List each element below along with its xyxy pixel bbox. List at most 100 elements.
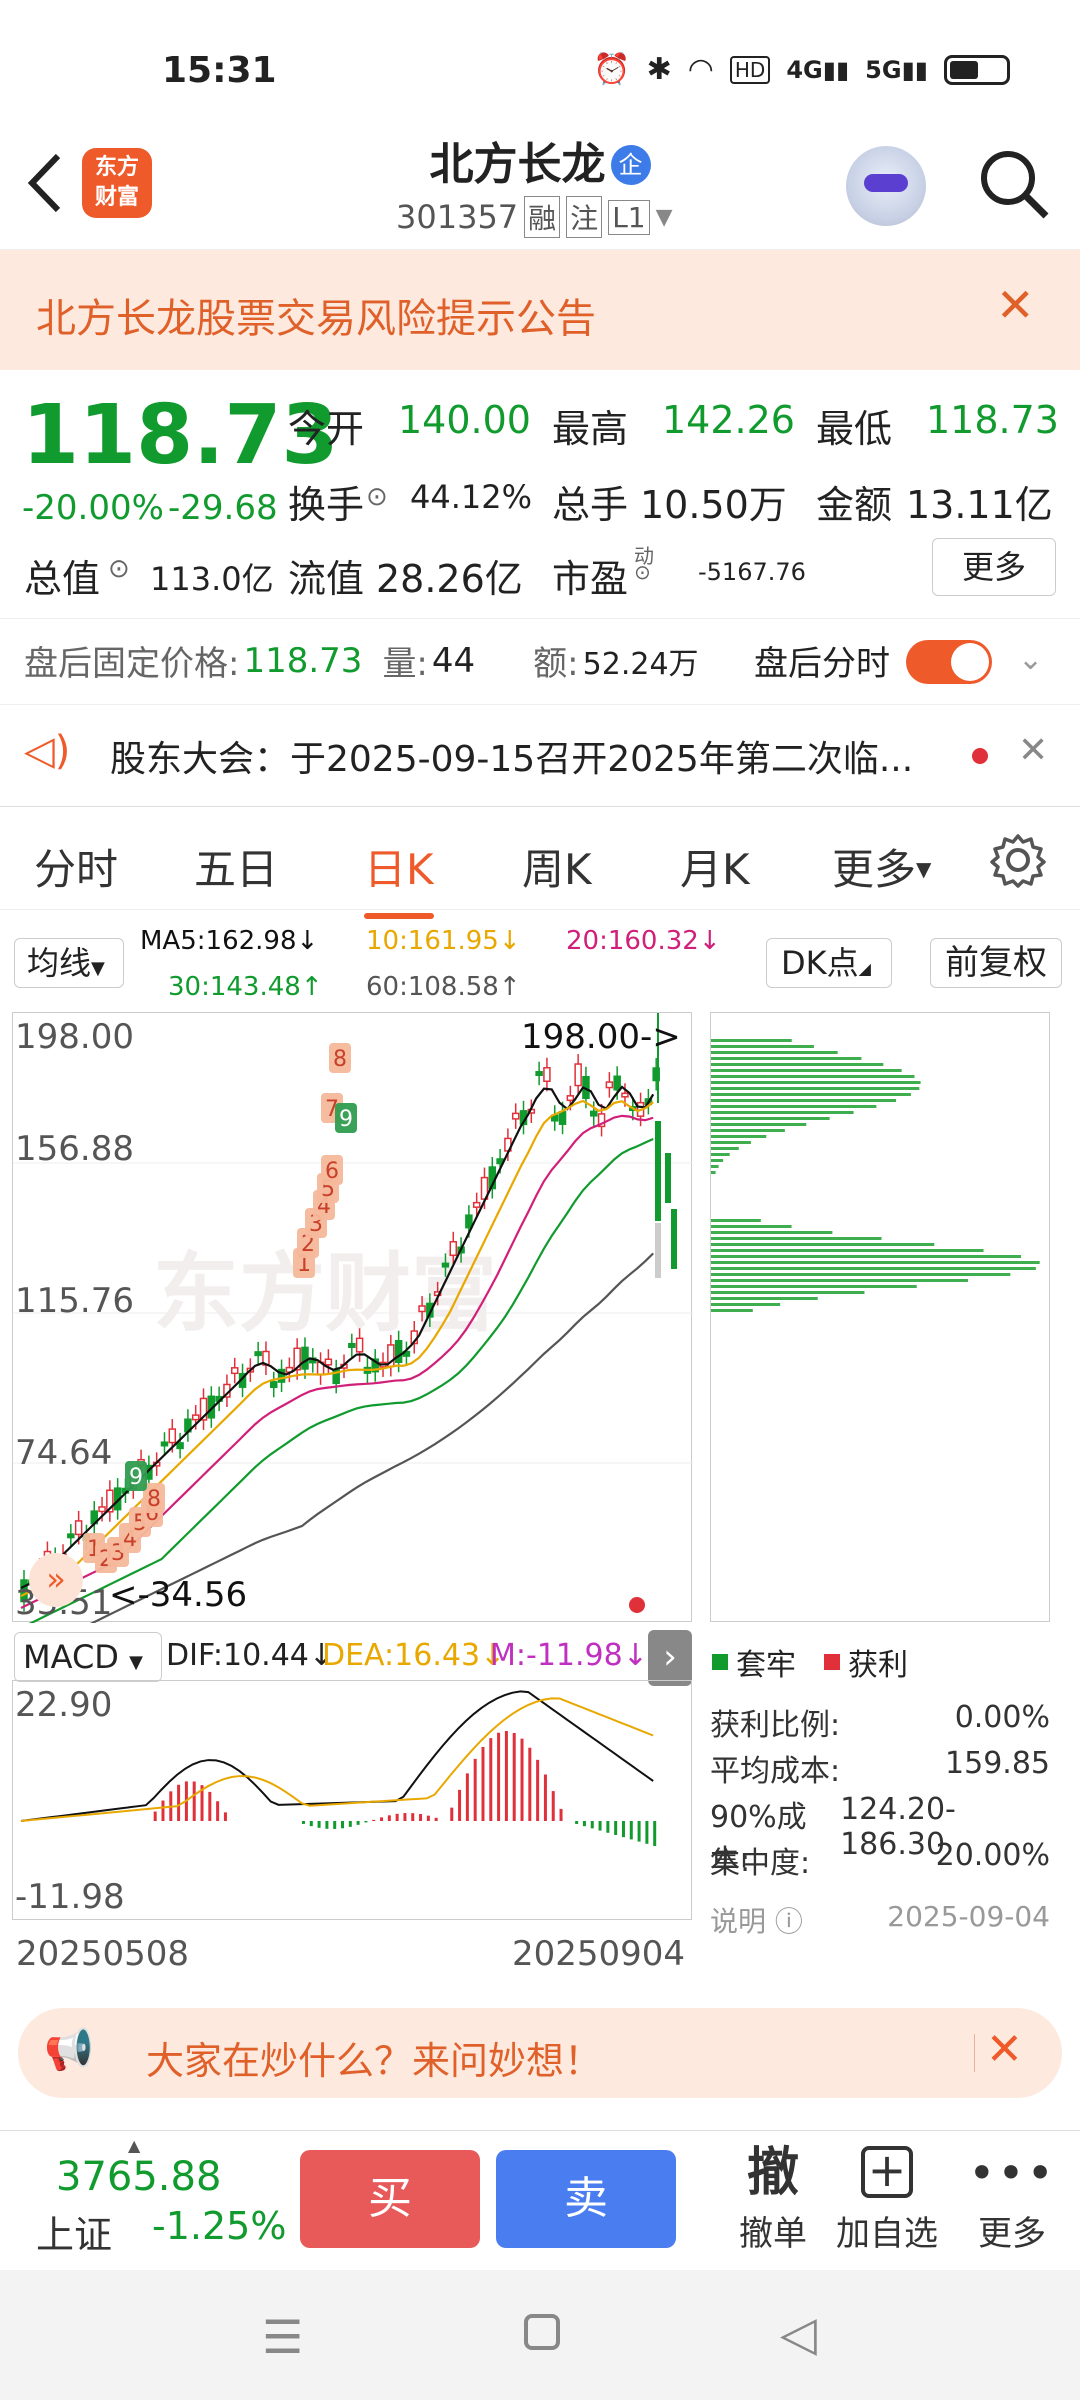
candle-body xyxy=(301,1346,309,1370)
add-watchlist-button[interactable]: + 加自选 xyxy=(832,2140,942,2255)
caret-up-icon: ▲ xyxy=(128,2136,141,2155)
info-icon[interactable]: ⊙ xyxy=(634,560,651,584)
chip-bar xyxy=(711,1081,921,1084)
chip-bar xyxy=(711,1045,814,1048)
tab-five-day[interactable]: 五日 xyxy=(194,836,278,897)
turnover-label: 换手 xyxy=(288,483,365,527)
add-label: 加自选 xyxy=(836,2214,938,2254)
more-quote-button[interactable]: 更多 xyxy=(932,538,1056,596)
search-icon xyxy=(981,151,1049,219)
more-label: 更多 xyxy=(978,2214,1046,2254)
tab-more[interactable]: 更多▼ xyxy=(832,836,931,897)
tab-daily-k[interactable]: 日K xyxy=(364,836,434,919)
candle-body xyxy=(574,1063,582,1087)
home-icon[interactable] xyxy=(524,2314,560,2350)
macd-bar xyxy=(325,1821,329,1829)
candle-body xyxy=(355,1337,364,1353)
bluetooth-icon: ✱ xyxy=(646,52,672,87)
battery-icon xyxy=(944,54,1010,85)
more-actions-button[interactable]: ••• 更多 xyxy=(962,2140,1062,2255)
close-icon[interactable]: ✕ xyxy=(1018,730,1048,771)
macd-bar xyxy=(419,1814,423,1821)
status-icons: ⏰ ✱ ◠ HD 4G▮▮ 5G▮▮ xyxy=(593,52,1010,87)
chip-bar xyxy=(711,1225,792,1228)
assistant-avatar[interactable] xyxy=(846,146,926,226)
dk-point-selector[interactable]: DK点◢ xyxy=(766,938,892,988)
afterhours-vol-label: 量: xyxy=(382,644,428,684)
macd-selector[interactable]: MACD ▼ xyxy=(14,1632,162,1682)
macd-bar xyxy=(582,1821,586,1827)
dk-signal-number: 8 xyxy=(333,1047,347,1072)
chip-note-link[interactable]: 说明 ⓘ xyxy=(710,1900,803,1940)
dropdown-icon[interactable]: ▼ xyxy=(656,205,673,230)
chip-bar xyxy=(711,1237,882,1240)
info-icon[interactable]: ⊙ xyxy=(108,554,130,584)
stock-code-row[interactable]: 301357 融 注 L1 ▼ xyxy=(396,196,673,238)
close-icon[interactable]: ✕ xyxy=(986,2024,1023,2075)
candle-body xyxy=(511,1112,520,1120)
macd-bar xyxy=(364,1821,368,1823)
chevron-down-icon[interactable]: ⌄ xyxy=(1018,642,1043,677)
back-icon[interactable]: ◁ xyxy=(780,2306,817,2362)
high-label: 最高 xyxy=(552,407,629,451)
chip-bar xyxy=(711,1039,792,1042)
ma60-value: 60:108.58↑ xyxy=(366,972,521,1002)
chip-bar xyxy=(711,1261,1040,1264)
menu-icon[interactable]: ☰ xyxy=(262,2310,303,2364)
notice-text[interactable]: 股东大会：于2025-09-15召开2025年第二次临... xyxy=(110,730,913,782)
macd-bar xyxy=(575,1821,579,1824)
macd-bar xyxy=(380,1817,384,1821)
candle-body xyxy=(558,1110,567,1125)
more-dots-icon: ••• xyxy=(968,2146,1056,2200)
risk-text: 北方长龙股票交易风险提示公告 xyxy=(36,296,596,342)
chip-bar xyxy=(711,1057,862,1060)
adjust-selector[interactable]: 前复权 xyxy=(930,938,1062,988)
registration-tag: 注 xyxy=(566,196,603,238)
kline-chart[interactable]: 东方财富 12345689123456789 198.00 156.88 115… xyxy=(12,1011,693,1659)
macd-next-button[interactable]: › xyxy=(648,1630,692,1686)
pe-value: -5167.76 xyxy=(698,558,806,586)
candle-body xyxy=(160,1441,169,1447)
macd-chart[interactable]: 22.90 -11.98 xyxy=(12,1680,692,1920)
signal-4g-icon: 4G▮▮ xyxy=(786,55,850,84)
chip-bar xyxy=(711,1087,920,1090)
candle-body xyxy=(191,1414,200,1421)
search-button[interactable] xyxy=(976,146,1052,222)
float-cap-value: 28.26亿 xyxy=(376,557,523,601)
settings-button[interactable] xyxy=(990,832,1046,892)
low-marker: <-34.56 xyxy=(109,1575,248,1615)
event-dot[interactable] xyxy=(629,1597,645,1613)
candle-body xyxy=(655,1223,661,1278)
tab-monthly-k[interactable]: 月K xyxy=(680,836,750,897)
afterhours-toggle[interactable] xyxy=(906,640,992,684)
indicator-selector[interactable]: 均线▼ xyxy=(14,938,124,988)
ask-banner[interactable]: 📢 大家在炒什么？来问妙想！ ✕ xyxy=(18,2008,1062,2098)
chip-bar xyxy=(711,1159,724,1162)
alarm-icon: ⏰ xyxy=(593,52,631,87)
close-icon[interactable]: ✕ xyxy=(996,278,1035,332)
macd-bar xyxy=(317,1821,321,1828)
level1-tag: L1 xyxy=(608,199,650,235)
tab-timeshare[interactable]: 分时 xyxy=(34,836,118,897)
macd-bar xyxy=(208,1791,212,1821)
expand-left-button[interactable]: » xyxy=(29,1553,83,1607)
chip-bar xyxy=(711,1219,761,1222)
info-icon[interactable]: ⊙ xyxy=(366,482,388,512)
risk-banner[interactable]: 北方长龙股票交易风险提示公告 ✕ xyxy=(0,250,1080,370)
macd-bar xyxy=(512,1733,516,1821)
status-bar: 15:31 ⏰ ✱ ◠ HD 4G▮▮ 5G▮▮ xyxy=(0,0,1080,140)
buy-button[interactable]: 买 xyxy=(300,2150,480,2248)
legend-profit: 获利 xyxy=(848,1648,908,1683)
macd-bar xyxy=(489,1738,493,1821)
tab-weekly-k[interactable]: 周K xyxy=(522,836,592,897)
candle-body xyxy=(176,1442,184,1450)
cancel-order-button[interactable]: 撤 撤单 xyxy=(718,2140,828,2255)
index-ticker[interactable]: ▲ 3765.88 上证 -1.25% xyxy=(20,2136,286,2257)
macd-bar xyxy=(301,1821,305,1824)
sell-button[interactable]: 卖 xyxy=(496,2150,676,2248)
chip-distribution[interactable] xyxy=(710,1012,1050,1622)
macd-bar xyxy=(411,1813,415,1821)
chip-bar xyxy=(711,1279,969,1282)
chip-bar xyxy=(711,1135,767,1138)
macd-bar xyxy=(606,1821,610,1833)
